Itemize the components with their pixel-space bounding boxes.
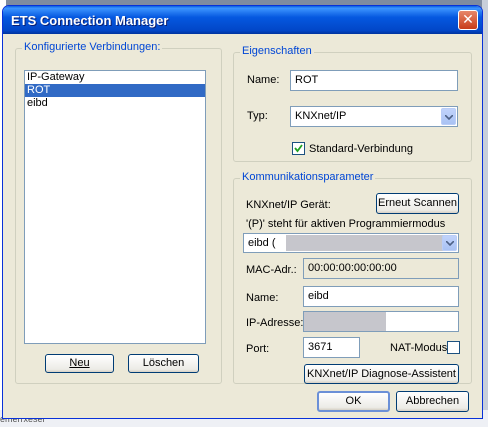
close-icon: ✕	[462, 11, 474, 27]
properties-group: Eigenschaften Name: ROT Typ: KNXnet/IP S…	[233, 45, 472, 162]
cancel-button[interactable]: Abbrechen	[396, 391, 469, 412]
redacted-region	[304, 312, 386, 331]
rescan-label: Erneut Scannen	[378, 197, 457, 209]
ip-address-label: IP-Adresse:	[246, 317, 304, 329]
type-dropdown-button[interactable]	[441, 108, 456, 125]
mac-address-label: MAC-Adr.:	[246, 264, 297, 276]
prog-mode-hint: '(P)' steht für aktiven Programmiermodus	[246, 218, 446, 230]
properties-type-label: Typ:	[247, 110, 268, 122]
title-bar[interactable]: ETS Connection Manager ✕	[3, 6, 482, 34]
delete-connection-button[interactable]: Löschen	[128, 354, 199, 373]
cancel-label: Abbrechen	[405, 395, 460, 407]
connection-manager-dialog: ETS Connection Manager ✕ Konfigurierte V…	[2, 5, 483, 419]
comm-params-group-title: Kommunikationsparameter	[240, 171, 376, 183]
device-dropdown-button[interactable]	[442, 235, 457, 251]
knx-device-label: KNXnet/IP Gerät:	[246, 199, 331, 211]
chevron-down-icon	[445, 115, 453, 120]
nat-mode-label: NAT-Modus	[390, 342, 448, 354]
ok-label: OK	[345, 395, 362, 407]
delete-connection-label: Löschen	[142, 357, 185, 369]
new-connection-label: Neu	[69, 357, 90, 369]
new-connection-button[interactable]: Neu	[45, 354, 114, 373]
knx-device-value: eibd (	[248, 237, 276, 249]
properties-name-input[interactable]: ROT	[290, 70, 458, 91]
checkmark-icon	[294, 144, 303, 153]
comm-name-label: Name:	[246, 292, 279, 304]
connections-group-title: Konfigurierte Verbindungen:	[22, 41, 163, 53]
diagnose-assistant-label: KNXnet/IP Diagnose-Assistent	[307, 367, 456, 380]
knx-device-select[interactable]: eibd (	[243, 233, 459, 253]
port-label: Port:	[246, 343, 270, 355]
comm-params-group: Kommunikationsparameter KNXnet/IP Gerät:…	[233, 171, 472, 384]
properties-name-label: Name:	[247, 74, 280, 86]
properties-type-value: KNXnet/IP	[295, 110, 347, 122]
port-input[interactable]: 3671	[303, 337, 360, 358]
list-item[interactable]: IP-Gateway	[25, 71, 205, 84]
redacted-region	[286, 235, 444, 251]
diagnose-assistant-button[interactable]: KNXnet/IP Diagnose-Assistent	[304, 364, 459, 384]
properties-type-select[interactable]: KNXnet/IP	[290, 106, 458, 127]
close-button[interactable]: ✕	[458, 10, 478, 30]
comm-name-input[interactable]: eibd	[303, 286, 459, 307]
connections-group: Konfigurierte Verbindungen: IP-Gateway RO…	[15, 41, 222, 384]
nat-mode-checkbox[interactable]	[447, 341, 460, 354]
default-connection-label: Standard-Verbindung	[309, 143, 413, 155]
list-item[interactable]: ROT	[25, 84, 205, 97]
ok-button[interactable]: OK	[317, 391, 390, 412]
rescan-button[interactable]: Erneut Scannen	[376, 193, 459, 214]
chevron-down-icon	[446, 241, 454, 246]
mac-address-field: 00:00:00:00:00:00	[303, 258, 459, 279]
ip-address-input[interactable]	[303, 311, 459, 332]
default-connection-checkbox[interactable]	[292, 142, 305, 155]
list-item[interactable]: eibd	[25, 97, 205, 110]
connections-list[interactable]: IP-Gateway ROT eibd	[24, 70, 206, 344]
window-title: ETS Connection Manager	[11, 13, 169, 28]
properties-group-title: Eigenschaften	[240, 45, 314, 57]
